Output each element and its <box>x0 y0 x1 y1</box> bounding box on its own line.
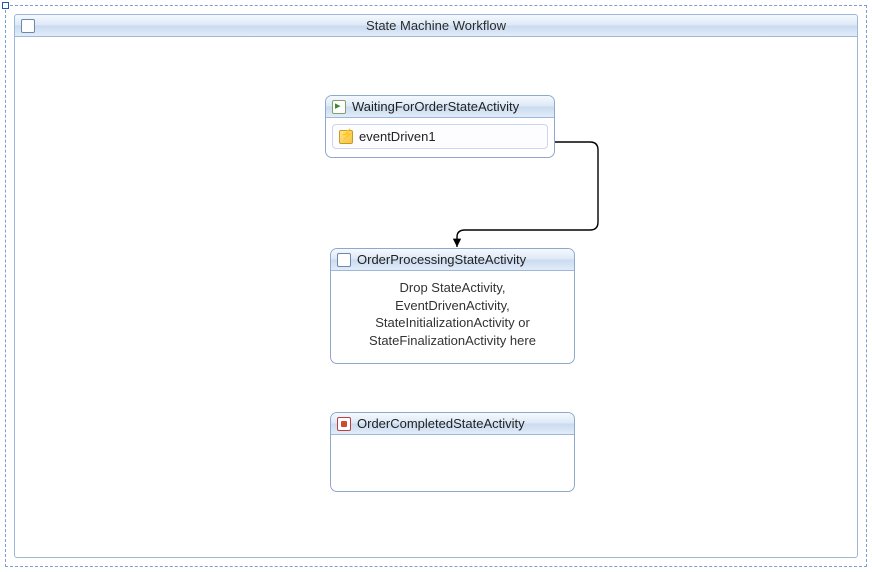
workflow-title: State Machine Workflow <box>366 18 506 33</box>
state-title: WaitingForOrderStateActivity <box>352 99 519 114</box>
state-body[interactable]: Drop StateActivity, EventDrivenActivity,… <box>331 271 574 363</box>
drop-hint-line: StateInitializationActivity or <box>341 314 564 332</box>
state-body[interactable] <box>331 435 574 449</box>
state-header[interactable]: OrderProcessingStateActivity <box>331 249 574 271</box>
initial-state-icon <box>332 100 346 114</box>
workflow-container[interactable]: State Machine Workflow WaitingForOrderSt… <box>14 14 858 558</box>
final-state-icon <box>337 417 351 431</box>
event-driven-label: eventDriven1 <box>359 129 436 144</box>
drop-hint-line: Drop StateActivity, <box>341 279 564 297</box>
workflow-icon <box>21 19 35 33</box>
state-icon <box>337 253 351 267</box>
workflow-selection-outline: State Machine Workflow WaitingForOrderSt… <box>5 5 867 567</box>
drop-hint: Drop StateActivity, EventDrivenActivity,… <box>337 277 568 355</box>
state-header[interactable]: OrderCompletedStateActivity <box>331 413 574 435</box>
workflow-titlebar[interactable]: State Machine Workflow <box>15 15 857 37</box>
workflow-canvas[interactable]: WaitingForOrderStateActivity eventDriven… <box>15 37 857 557</box>
event-driven-activity[interactable]: eventDriven1 <box>332 124 548 149</box>
state-title: OrderProcessingStateActivity <box>357 252 526 267</box>
drop-hint-line: EventDrivenActivity, <box>341 297 564 315</box>
state-title: OrderCompletedStateActivity <box>357 416 525 431</box>
event-driven-icon <box>339 130 353 144</box>
state-waiting-for-order[interactable]: WaitingForOrderStateActivity eventDriven… <box>325 95 555 158</box>
state-header[interactable]: WaitingForOrderStateActivity <box>326 96 554 118</box>
selection-handle-icon[interactable] <box>2 2 9 9</box>
drop-hint-line: StateFinalizationActivity here <box>341 332 564 350</box>
state-order-completed[interactable]: OrderCompletedStateActivity <box>330 412 575 492</box>
state-order-processing[interactable]: OrderProcessingStateActivity Drop StateA… <box>330 248 575 364</box>
state-body[interactable]: eventDriven1 <box>326 118 554 157</box>
